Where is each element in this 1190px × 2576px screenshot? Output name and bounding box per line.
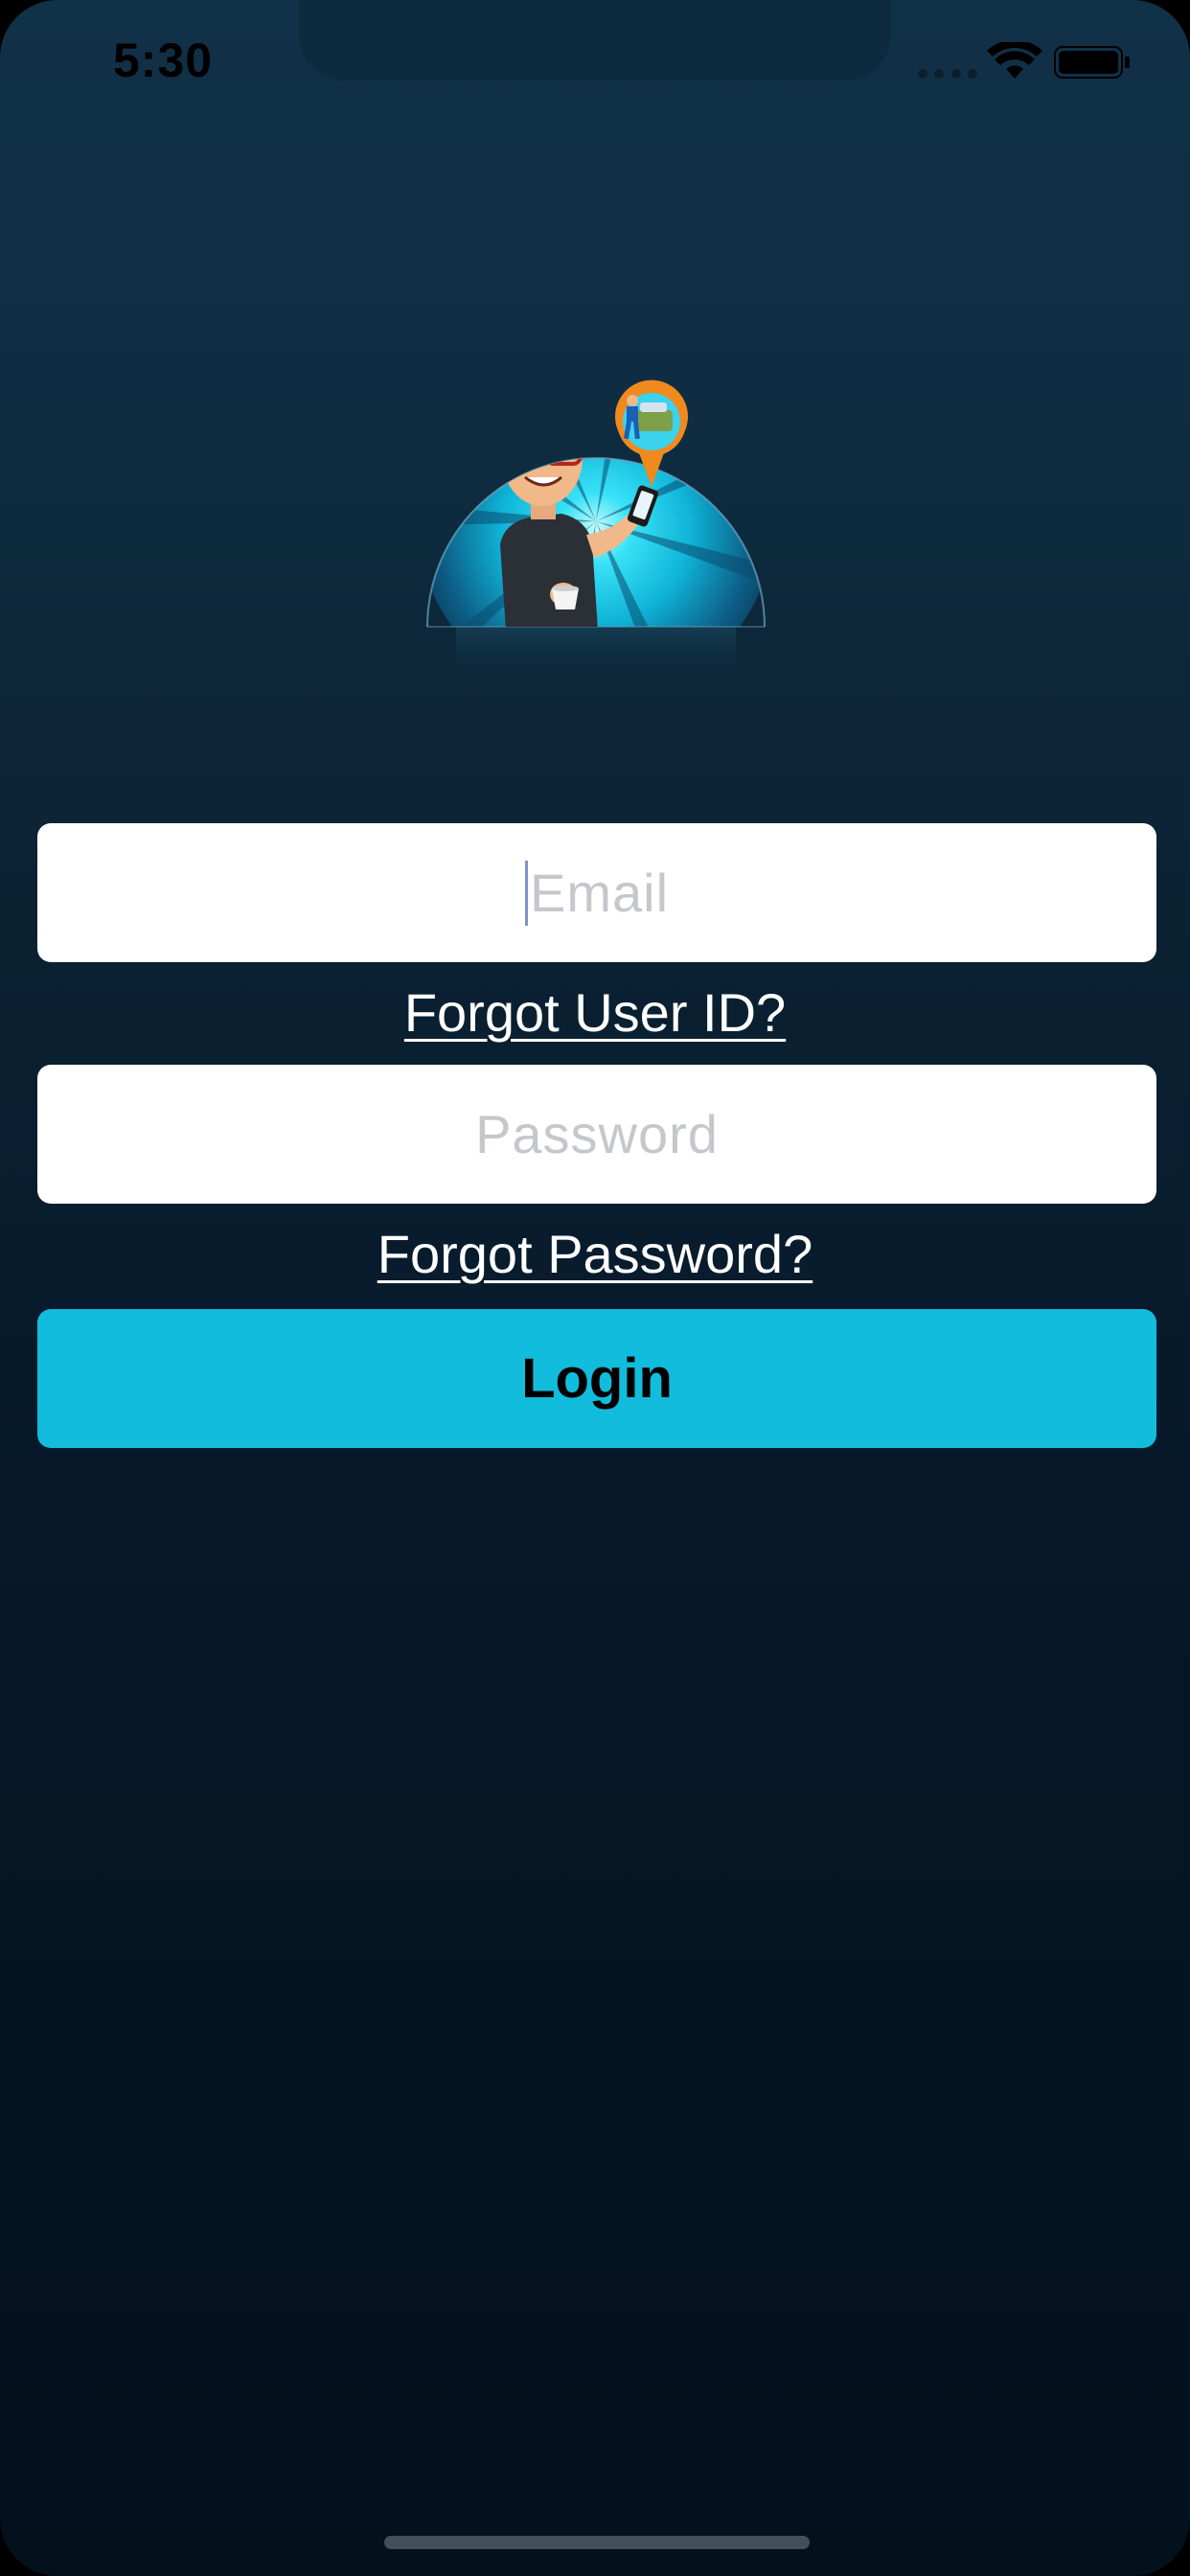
email-field[interactable]: Email: [37, 823, 1156, 962]
home-indicator[interactable]: [384, 2536, 810, 2549]
cellular-signal-icon: [918, 69, 977, 79]
notch: [299, 0, 891, 80]
battery-icon: [1054, 46, 1130, 79]
email-placeholder: Email: [529, 862, 670, 923]
wifi-icon: [987, 42, 1042, 79]
forgot-password-link[interactable]: Forgot Password?: [0, 1223, 1190, 1285]
password-field[interactable]: Password: [37, 1065, 1156, 1204]
login-screen: 5:30 Email Forgot User ID? Password Forg…: [0, 0, 1190, 2576]
password-placeholder: Password: [475, 1104, 719, 1164]
mechanic-locator-illustration: [426, 380, 766, 680]
forgot-user-id-link[interactable]: Forgot User ID?: [0, 981, 1190, 1044]
status-bar: 5:30: [0, 0, 1190, 125]
status-time: 5:30: [113, 34, 214, 87]
login-button[interactable]: Login: [37, 1309, 1156, 1448]
text-cursor: [524, 860, 528, 926]
